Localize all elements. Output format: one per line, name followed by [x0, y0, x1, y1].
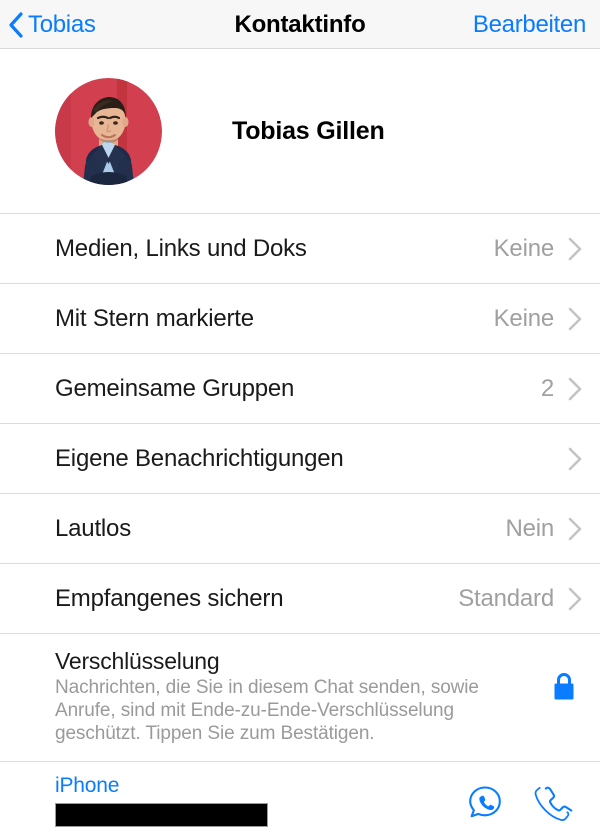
row-eigene-benachrichtigungen[interactable]: Eigene Benachrichtigungen	[0, 423, 600, 493]
encryption-text: Verschlüsselung Nachrichten, die Sie in …	[55, 648, 546, 745]
lock-icon	[554, 673, 574, 700]
phone-number-redacted[interactable]	[55, 803, 268, 827]
row-lautlos[interactable]: Lautlos Nein	[0, 493, 600, 563]
chevron-right-icon	[568, 587, 582, 610]
phone-info: iPhone	[55, 774, 464, 827]
row-value: Nein	[505, 514, 554, 542]
row-label: Gemeinsame Gruppen	[55, 374, 295, 402]
row-value: 2	[540, 374, 554, 402]
avatar-photo	[55, 77, 162, 185]
encryption-section[interactable]: Verschlüsselung Nachrichten, die Sie in …	[0, 633, 600, 761]
row-label: Empfangenes sichern	[55, 584, 284, 612]
navigation-bar: Tobias Kontaktinfo Bearbeiten	[0, 0, 600, 49]
contact-name: Tobias Gillen	[232, 116, 385, 145]
phone-call-icon[interactable]	[532, 782, 574, 824]
edit-button[interactable]: Bearbeiten	[473, 0, 586, 49]
encryption-description: Nachrichten, die Sie in diesem Chat send…	[55, 677, 479, 744]
contact-info-screen: Tobias Kontaktinfo Bearbeiten Tobias Gil…	[0, 0, 600, 839]
chevron-right-icon	[568, 517, 582, 540]
row-value: Keine	[493, 304, 555, 332]
chevron-right-icon	[568, 307, 582, 330]
row-value: Keine	[493, 234, 555, 262]
row-empfangenes-sichern[interactable]: Empfangenes sichern Standard	[0, 563, 600, 633]
chevron-right-icon	[568, 237, 582, 260]
row-medien-links-doks[interactable]: Medien, Links und Doks Keine	[0, 213, 600, 283]
row-label: Mit Stern markierte	[55, 304, 254, 332]
settings-list: Medien, Links und Doks Keine Mit Stern m…	[0, 213, 600, 633]
row-value: Standard	[458, 584, 554, 612]
chevron-right-icon	[568, 377, 582, 400]
row-gemeinsame-gruppen[interactable]: Gemeinsame Gruppen 2	[0, 353, 600, 423]
avatar[interactable]	[55, 77, 162, 185]
encryption-title: Verschlüsselung	[55, 648, 220, 674]
lock-icon-wrap	[546, 648, 582, 702]
row-label: Medien, Links und Doks	[55, 234, 307, 262]
phone-actions	[464, 774, 582, 824]
contact-header: Tobias Gillen	[0, 49, 600, 213]
row-label: Lautlos	[55, 514, 131, 542]
phone-section: iPhone	[0, 761, 600, 839]
row-label: Eigene Benachrichtigungen	[55, 444, 344, 472]
row-mit-stern-markierte[interactable]: Mit Stern markierte Keine	[0, 283, 600, 353]
chevron-right-icon	[568, 447, 582, 470]
phone-type-label: iPhone	[55, 774, 120, 797]
whatsapp-call-icon[interactable]	[464, 782, 506, 824]
